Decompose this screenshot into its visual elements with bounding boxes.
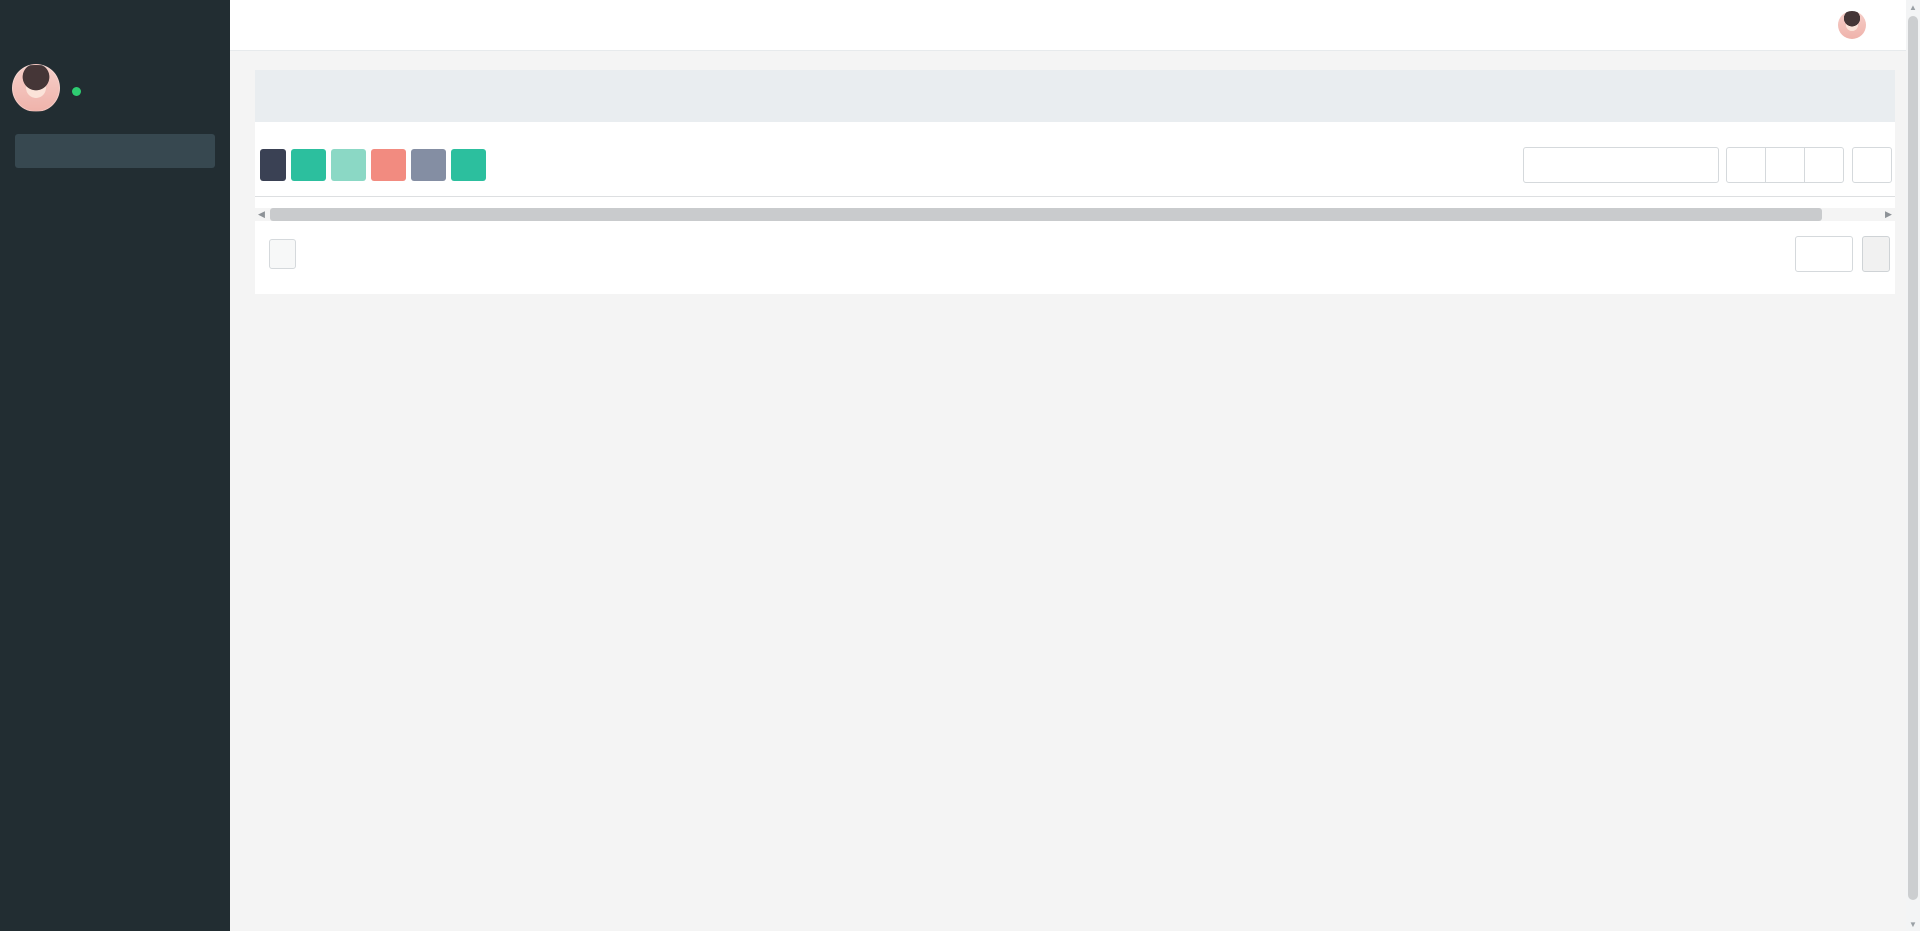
info-panel: ◀ ▶ [255,70,1895,294]
recycle-bin-button[interactable] [451,149,486,181]
online-dot-icon [72,87,81,96]
user-menu[interactable] [1838,11,1873,39]
table-view-buttons [1726,147,1844,183]
top-navbar [230,0,1920,51]
toggle-view-button[interactable] [1726,147,1766,183]
advanced-search-button[interactable] [1852,147,1892,183]
scroll-up-arrow-icon[interactable]: ▲ [1906,0,1920,14]
columns-dropdown-button[interactable] [1765,147,1805,183]
page-size-select[interactable] [269,239,296,269]
main-content: ◀ ▶ [230,50,1920,931]
ops-column-header [1790,196,1895,197]
vertical-scrollbar: ▲ ▼ [1906,0,1920,931]
vertical-scrollbar-thumb[interactable] [1908,16,1918,900]
export-dropdown-button[interactable] [1804,147,1844,183]
avatar [12,64,60,112]
toolbar [260,147,1892,183]
sidebar-toggle-button[interactable] [230,0,278,50]
pagination-info [260,239,305,269]
scroll-left-arrow-icon[interactable]: ◀ [255,208,268,221]
page-jump-input[interactable] [1795,236,1853,272]
admin-app: ◀ ▶ [0,0,1920,931]
sidebar-search [15,134,215,168]
add-button[interactable] [291,149,326,181]
table-search [1523,147,1719,183]
avatar [1838,11,1866,39]
scroll-right-arrow-icon[interactable]: ▶ [1882,208,1895,221]
app-title [0,0,230,50]
panel-body: ◀ ▶ [255,122,1895,294]
pagination-row [260,236,1890,272]
page-jump-button[interactable] [1862,236,1890,272]
delete-button[interactable] [371,149,406,181]
edit-button[interactable] [331,149,366,181]
navbar-right [1748,0,1920,50]
user-panel [0,50,230,122]
horizontal-scrollbar: ◀ ▶ [255,208,1895,221]
status-tabs [255,70,1895,122]
toolbar-right [1523,147,1892,183]
sidebar [0,0,230,931]
refresh-button[interactable] [260,149,286,181]
horizontal-scrollbar-thumb[interactable] [270,208,1822,221]
batch-audit-button[interactable] [411,149,446,181]
user-status [72,87,88,96]
sidebar-search-input[interactable] [15,134,215,168]
data-table [255,196,1895,197]
table-search-input[interactable] [1523,147,1719,183]
scroll-down-arrow-icon[interactable]: ▼ [1906,917,1920,931]
